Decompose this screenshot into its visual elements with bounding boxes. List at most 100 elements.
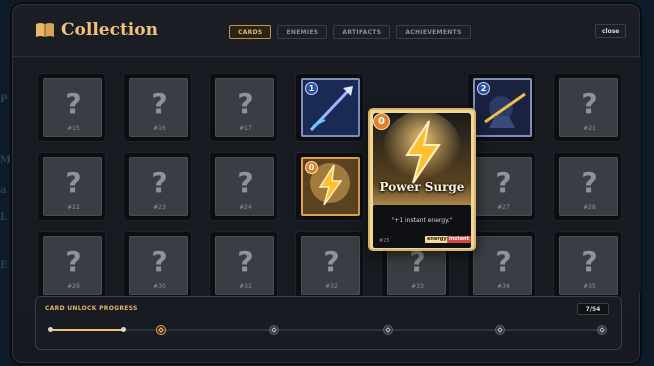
slot-face: ? #22 xyxy=(43,157,102,216)
tag-energy: energy xyxy=(425,236,449,243)
locked-card-slot[interactable]: ? #29 xyxy=(37,231,106,300)
question-mark-icon: ? xyxy=(237,87,254,120)
slot-number: #31 xyxy=(239,283,252,290)
locked-card-slot[interactable]: ? #21 xyxy=(553,73,622,142)
slot-face: ? #27 xyxy=(473,157,532,216)
question-mark-icon: ? xyxy=(65,87,82,120)
book-icon xyxy=(36,23,54,37)
header: Collection CARDS ENEMIES ARTIFACTS ACHIE… xyxy=(13,5,641,57)
locked-card-slot[interactable]: ? #30 xyxy=(123,231,192,300)
slot-number: #35 xyxy=(583,283,596,290)
locked-card-slot[interactable]: ? #16 xyxy=(123,73,192,142)
page-title: Collection xyxy=(61,20,158,40)
slot-face: ? #29 xyxy=(43,236,102,295)
cost-badge: 2 xyxy=(477,82,490,95)
locked-card-slot[interactable]: ? #15 xyxy=(37,73,106,142)
tab-achievements[interactable]: ACHIEVEMENTS xyxy=(396,25,471,39)
detail-card-name: Power Surge xyxy=(379,180,465,194)
slot-number: #32 xyxy=(325,283,338,290)
card-detail-popup[interactable]: 0 Power Surge "+1 instant energy." #25 e… xyxy=(368,108,476,251)
detail-card-number: #25 xyxy=(379,238,390,244)
slot-number: #16 xyxy=(153,125,166,132)
card-slot[interactable]: 0 xyxy=(295,152,364,221)
question-mark-icon: ? xyxy=(65,166,82,199)
slot-face: ? #24 xyxy=(215,157,274,216)
progress-end-dot xyxy=(120,327,126,332)
question-mark-icon: ? xyxy=(323,245,340,278)
progress-start-dot xyxy=(47,327,53,332)
detail-description: "+1 instant energy." xyxy=(391,217,453,224)
tab-cards[interactable]: CARDS xyxy=(229,25,272,39)
tag-instant: instant xyxy=(447,236,471,243)
slot-number: #22 xyxy=(67,204,80,211)
locked-card-slot[interactable]: ? #23 xyxy=(123,152,192,221)
milestone-node[interactable] xyxy=(495,325,505,335)
slot-face: ? #15 xyxy=(43,78,102,137)
slot-face: ? #35 xyxy=(559,236,618,295)
diamond-icon xyxy=(599,327,605,333)
edge-glyph: E xyxy=(0,260,8,271)
locked-card-slot[interactable]: ? #32 xyxy=(295,231,364,300)
milestone-node[interactable] xyxy=(383,325,393,335)
progress-title: CARD UNLOCK PROGRESS xyxy=(45,305,138,312)
question-mark-icon: ? xyxy=(581,166,598,199)
slot-face: ? #17 xyxy=(215,78,274,137)
close-button[interactable]: close xyxy=(595,24,627,38)
progress-count: 7/54 xyxy=(577,303,609,315)
milestone-node[interactable] xyxy=(156,325,166,335)
question-mark-icon: ? xyxy=(151,87,168,120)
locked-card-slot[interactable]: ? #35 xyxy=(553,231,622,300)
slot-face: ? #23 xyxy=(129,157,188,216)
edge-glyph: L xyxy=(0,212,8,223)
card-slot[interactable]: 2 xyxy=(467,73,536,142)
tab-bar: CARDS ENEMIES ARTIFACTS ACHIEVEMENTS xyxy=(229,25,471,39)
question-mark-icon: ? xyxy=(495,166,512,199)
question-mark-icon: ? xyxy=(495,245,512,278)
slot-face: ? #16 xyxy=(129,78,188,137)
slot-face: ? #21 xyxy=(559,78,618,137)
lightning-bolt-art xyxy=(373,111,471,213)
title-wrap: Collection xyxy=(35,20,158,40)
progress-track xyxy=(50,329,605,331)
question-mark-icon: ? xyxy=(237,166,254,199)
card-slot[interactable]: 1 xyxy=(295,73,364,142)
slot-number: #15 xyxy=(67,125,80,132)
locked-card-slot[interactable]: ? #24 xyxy=(209,152,278,221)
question-mark-icon: ? xyxy=(151,245,168,278)
cost-badge: 0 xyxy=(305,161,318,174)
question-mark-icon: ? xyxy=(65,245,82,278)
diamond-icon xyxy=(385,327,391,333)
question-mark-icon: ? xyxy=(581,245,598,278)
locked-card-slot[interactable]: ? #34 xyxy=(467,231,536,300)
locked-card-slot[interactable]: ? #31 xyxy=(209,231,278,300)
question-mark-icon: ? xyxy=(581,87,598,120)
milestone-node[interactable] xyxy=(597,325,607,335)
tab-enemies[interactable]: ENEMIES xyxy=(277,25,328,39)
locked-card-slot[interactable]: ? #22 xyxy=(37,152,106,221)
slot-number: #17 xyxy=(239,125,252,132)
tab-artifacts[interactable]: ARTIFACTS xyxy=(333,25,391,39)
locked-card-slot[interactable]: ? #28 xyxy=(553,152,622,221)
card-grid: ? #15? #16? #17 1 2? #21? #22 ? #23? #24 0 ? #27? #28?… xyxy=(13,58,641,300)
edge-glyph: a xyxy=(0,185,7,196)
locked-card-slot[interactable]: ? #27 xyxy=(467,152,536,221)
slot-number: #28 xyxy=(583,204,596,211)
slot-number: #21 xyxy=(583,125,596,132)
edge-glyph: M xyxy=(0,155,12,166)
lightning-icon xyxy=(382,111,462,191)
slot-face: ? #28 xyxy=(559,157,618,216)
diamond-icon xyxy=(271,327,277,333)
diamond-icon xyxy=(158,327,164,333)
diamond-icon xyxy=(497,327,503,333)
spear-card-art: 1 xyxy=(301,78,360,137)
milestone-node[interactable] xyxy=(269,325,279,335)
slot-face: ? #31 xyxy=(215,236,274,295)
slot-face: ? #32 xyxy=(301,236,360,295)
slot-number: #29 xyxy=(67,283,80,290)
detail-body: "+1 instant energy." #25 energy instant xyxy=(373,205,471,248)
guardian-card-art: 2 xyxy=(473,78,532,137)
unlock-progress: CARD UNLOCK PROGRESS 7/54 xyxy=(35,296,622,350)
collection-panel: Collection CARDS ENEMIES ARTIFACTS ACHIE… xyxy=(12,4,641,363)
slot-number: #24 xyxy=(239,204,252,211)
locked-card-slot[interactable]: ? #17 xyxy=(209,73,278,142)
